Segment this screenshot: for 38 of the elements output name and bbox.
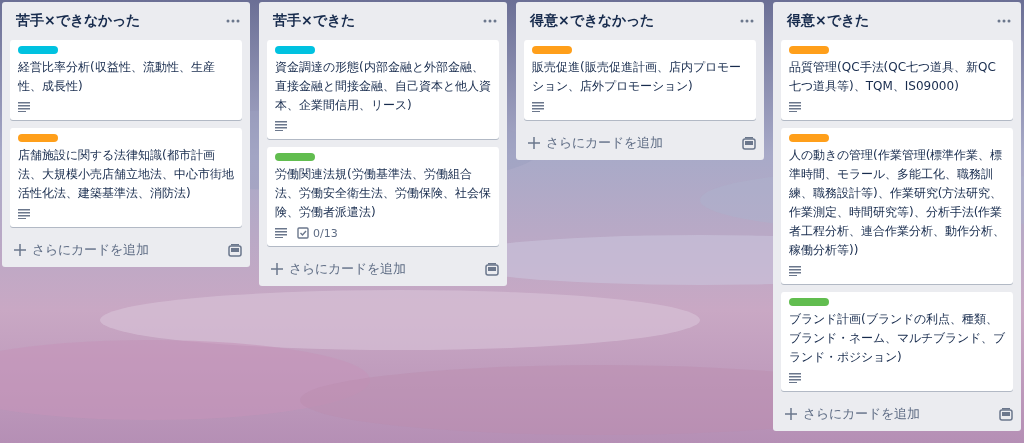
card-title[interactable]: 労働関連法規(労働基準法、労働組合法、労働安全衛生法、労働保険、社会保険、労働者派遣法) — [275, 165, 491, 222]
template-icon[interactable] — [485, 262, 499, 276]
card[interactable]: 資金調達の形態(内部金融と外部金融、直接金融と間接金融、自己資本と他人資本、企業間信用、リース) — [267, 40, 499, 139]
list-title[interactable]: 苦手×できた — [273, 12, 355, 30]
template-icon[interactable] — [228, 243, 242, 257]
plus-icon — [14, 244, 26, 256]
card-title[interactable]: 店舗施設に関する法律知識(都市計画法、大規模小売店舗立地法、中心市街地活性化法、建築基準法、消防法) — [18, 146, 234, 203]
card-title[interactable]: ブランド計画(ブランドの利点、種類、ブランド・ネーム、マルチブランド、ブランド・ポジション) — [789, 310, 1005, 367]
list-title[interactable]: 得意×できた — [787, 12, 869, 30]
card[interactable]: 品質管理(QC手法(QC七つ道具、新QC七つ道具等)、TQM、IS09000) — [781, 40, 1013, 120]
add-card-button[interactable]: さらにカードを追加 — [267, 256, 410, 282]
checklist-icon — [297, 227, 309, 239]
card-title[interactable]: 人の動きの管理(作業管理(標準作業、標準時間、モラール、多能工化、職務訓練、職務設計等)、作業研究(方法研究、作業測定、時間研究等)、分析手法(作業者工程分析、連合作業分析、動作分析、稼働分析等)) — [789, 146, 1005, 260]
plus-icon — [528, 137, 540, 149]
plus-icon — [271, 263, 283, 275]
list-title[interactable]: 苦手×できなかった — [16, 12, 140, 30]
card-title[interactable]: 経営比率分析(収益性、流動性、生産性、成長性) — [18, 58, 234, 96]
menu-icon[interactable] — [740, 19, 754, 23]
checklist-count: 0/13 — [313, 226, 338, 240]
card-title[interactable]: 品質管理(QC手法(QC七つ道具、新QC七つ道具等)、TQM、IS09000) — [789, 58, 1005, 96]
template-icon[interactable] — [742, 136, 756, 150]
add-card-button[interactable]: さらにカードを追加 — [524, 130, 667, 156]
plus-icon — [785, 408, 797, 420]
menu-icon[interactable] — [997, 19, 1011, 23]
list-title[interactable]: 得意×できなかった — [530, 12, 654, 30]
menu-icon[interactable] — [226, 19, 240, 23]
card[interactable]: 販売促進(販売促進計画、店内プロモーション、店外プロモーション) — [524, 40, 756, 120]
add-card-button[interactable]: さらにカードを追加 — [10, 237, 153, 263]
card-title[interactable]: 資金調達の形態(内部金融と外部金融、直接金融と間接金融、自己資本と他人資本、企業間信用、リース) — [275, 58, 491, 115]
card[interactable]: 人の動きの管理(作業管理(標準作業、標準時間、モラール、多能工化、職務訓練、職務設計等)、作業研究(方法研究、作業測定、時間研究等)、分析手法(作業者工程分析、連合作業分析、動作分析、稼働分析等)) — [781, 128, 1013, 284]
menu-icon[interactable] — [483, 19, 497, 23]
card[interactable]: 労働関連法規(労働基準法、労働組合法、労働安全衛生法、労働保険、社会保険、労働者派遣法) 0/13 — [267, 147, 499, 246]
card[interactable]: 経営比率分析(収益性、流動性、生産性、成長性) — [10, 40, 242, 120]
card[interactable]: ブランド計画(ブランドの利点、種類、ブランド・ネーム、マルチブランド、ブランド・ポジション) — [781, 292, 1013, 391]
template-icon[interactable] — [999, 407, 1013, 421]
card-title[interactable]: 販売促進(販売促進計画、店内プロモーション、店外プロモーション) — [532, 58, 748, 96]
add-card-button[interactable]: さらにカードを追加 — [781, 401, 924, 427]
card[interactable]: 店舗施設に関する法律知識(都市計画法、大規模小売店舗立地法、中心市街地活性化法、建築基準法、消防法) — [10, 128, 242, 227]
